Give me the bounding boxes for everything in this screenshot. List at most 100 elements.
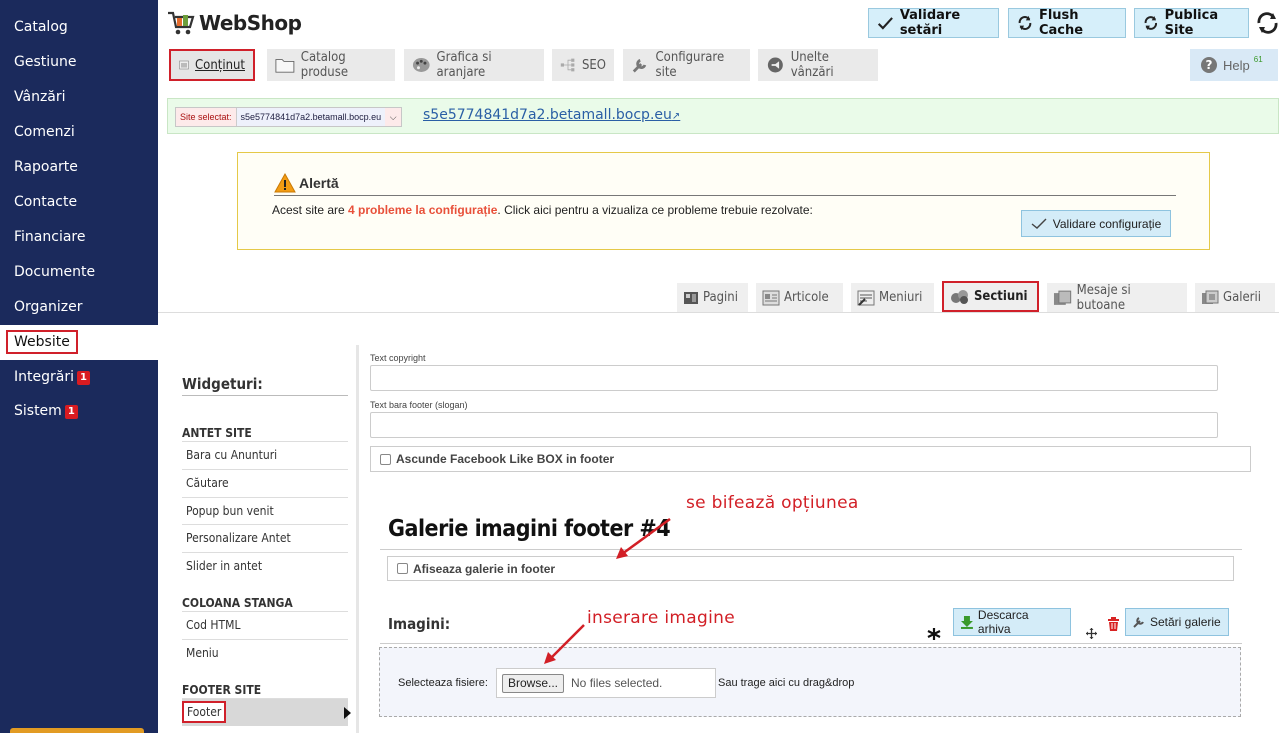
site-bar: Site selectat: s5e5774841d7a2.betamall.b…	[167, 98, 1279, 134]
alert-divider	[274, 195, 1176, 196]
images-title: Imagini:	[388, 615, 451, 633]
pages-icon	[684, 291, 698, 304]
folder-icon	[275, 59, 295, 73]
site-select-value: s5e5774841d7a2.betamall.bocp.eu	[235, 108, 386, 126]
logo[interactable]: WebShop	[167, 8, 302, 38]
help-button[interactable]: ? Help 61	[1190, 49, 1278, 81]
select-files-label: Selecteaza fisiere:	[398, 677, 488, 689]
tab-pagini[interactable]: Pagini	[677, 283, 748, 312]
star-icon[interactable]	[927, 627, 941, 641]
help-badge: 61	[1253, 55, 1263, 64]
annotation-arrow-icon	[544, 624, 585, 664]
sidebar-item-documente[interactable]: Documente	[0, 255, 158, 290]
widget-item-popup[interactable]: Popup bun venit	[182, 497, 348, 525]
tab-grafica[interactable]: Grafica si aranjare	[404, 49, 544, 81]
wrench-icon	[632, 59, 647, 73]
warning-icon	[274, 173, 296, 193]
widget-item-slider[interactable]: Slider in antet	[182, 552, 348, 580]
widget-item-cautare[interactable]: Căutare	[182, 469, 348, 497]
copyright-label: Text copyright	[370, 353, 426, 363]
annotation-arrow-icon	[616, 517, 671, 559]
tab-meniuri[interactable]: Meniuri	[851, 283, 934, 312]
tab-seo[interactable]: SEO	[552, 49, 614, 81]
chevron-down-icon: ⌵	[389, 111, 397, 122]
sidebar-item-integrari[interactable]: Integrări 1	[0, 360, 158, 395]
panel-divider	[356, 345, 359, 733]
sidebar-item-website[interactable]: Website	[0, 325, 158, 360]
checkmark-icon	[1031, 218, 1047, 229]
sidebar-item-financiare[interactable]: Financiare	[0, 220, 158, 255]
question-icon: ?	[1201, 57, 1217, 73]
refresh-icon[interactable]	[1256, 12, 1279, 34]
tab-configurare-site[interactable]: Configurare site	[623, 49, 750, 81]
sidebar-item-gestiune[interactable]: Gestiune	[0, 45, 158, 80]
file-input[interactable]: Browse... No files selected.	[496, 668, 716, 698]
tab-continut[interactable]: Conținut	[169, 49, 255, 81]
site-select[interactable]: Site selectat: s5e5774841d7a2.betamall.b…	[175, 107, 403, 127]
alert-title: Alertă	[274, 173, 339, 193]
tab-unelte-vanzari[interactable]: Unelte vânzări	[758, 49, 878, 81]
drag-drop-text: Sau trage aici cu drag&drop	[718, 677, 855, 689]
trash-icon[interactable]	[1107, 617, 1120, 631]
gallery-settings-button[interactable]: Setări galerie	[1125, 608, 1229, 636]
download-icon	[960, 616, 973, 629]
page-icon	[179, 60, 189, 70]
sidebar-item-comenzi[interactable]: Comenzi	[0, 115, 158, 150]
validate-config-button[interactable]: Validare configurație	[1021, 210, 1171, 237]
gallery-title-divider	[380, 549, 1242, 550]
messages-icon	[1053, 290, 1072, 305]
sidebar-item-catalog[interactable]: Catalog	[0, 10, 158, 45]
slogan-input[interactable]	[370, 412, 1218, 438]
checkmark-icon	[877, 17, 893, 30]
alert-text[interactable]: Acest site are 4 probleme la configurați…	[272, 203, 813, 217]
image-dropzone[interactable]: Selecteaza fisiere: Browse... No files s…	[379, 647, 1241, 717]
widget-item-personalizare-antet[interactable]: Personalizare Antet	[182, 524, 348, 552]
megaphone-icon	[767, 57, 783, 73]
sidebar-item-organizer[interactable]: Organizer	[0, 290, 158, 325]
logo-text: WebShop	[199, 11, 302, 35]
svg-text:?: ?	[1206, 58, 1213, 72]
sidebar-item-sistem[interactable]: Sistem 1	[0, 394, 158, 429]
hide-facebook-checkbox[interactable]	[380, 453, 391, 465]
slogan-label: Text bara footer (slogan)	[370, 400, 468, 410]
widget-item-footer[interactable]: Footer	[182, 698, 348, 726]
widgets-panel: Widgeturi: ANTET SITE Bara cu Anunturi C…	[158, 345, 358, 733]
tab-catalog-produse[interactable]: Catalog produse	[267, 49, 395, 81]
show-gallery-checkbox[interactable]	[397, 563, 408, 574]
sections-icon	[951, 289, 968, 304]
show-gallery-row: Afiseaza galerie in footer	[387, 556, 1234, 581]
sidebar-item-rapoarte[interactable]: Rapoarte	[0, 150, 158, 185]
cart-icon	[168, 11, 195, 35]
widget-section-footer: FOOTER SITE	[182, 683, 262, 697]
download-archive-button[interactable]: Descarca arhiva	[953, 608, 1071, 636]
widget-section-antet: ANTET SITE	[182, 426, 252, 440]
notification-badge: 1	[64, 405, 78, 419]
tab-galerii[interactable]: Galerii	[1195, 283, 1275, 312]
article-icon	[762, 290, 780, 305]
publish-site-button[interactable]: Publica Site	[1134, 8, 1249, 38]
widget-item-cod-html[interactable]: Cod HTML	[182, 611, 348, 639]
wrench-icon	[1133, 617, 1144, 628]
alert-box: Alertă Acest site are 4 probleme la conf…	[237, 152, 1210, 250]
refresh-icon	[1144, 16, 1158, 30]
widget-item-meniu[interactable]: Meniu	[182, 639, 348, 667]
annotation-check-option: se bifează opțiunea	[686, 493, 859, 513]
widget-item-bara-anunturi[interactable]: Bara cu Anunturi	[182, 441, 348, 469]
sidebar-item-vanzari[interactable]: Vânzări	[0, 80, 158, 115]
move-icon[interactable]	[1086, 628, 1097, 639]
tab-sectiuni[interactable]: Sectiuni	[942, 281, 1039, 312]
refresh-icon	[1018, 15, 1032, 31]
site-link[interactable]: s5e5774841d7a2.betamall.bocp.eu↗	[423, 107, 680, 123]
menu-icon	[857, 290, 875, 306]
site-select-label: Site selectat:	[180, 112, 232, 122]
validate-settings-button[interactable]: Validare setări	[868, 8, 999, 38]
sidebar-item-contacte[interactable]: Contacte	[0, 185, 158, 220]
sitemap-icon	[560, 58, 575, 72]
palette-icon	[412, 58, 430, 72]
notification-badge: 1	[76, 371, 90, 385]
tab-mesaje-butoane[interactable]: Mesaje si butoane	[1047, 283, 1187, 313]
browse-button[interactable]: Browse...	[502, 673, 565, 693]
tab-articole[interactable]: Articole	[756, 283, 843, 312]
flush-cache-button[interactable]: Flush Cache	[1008, 8, 1126, 38]
copyright-input[interactable]	[370, 365, 1218, 391]
